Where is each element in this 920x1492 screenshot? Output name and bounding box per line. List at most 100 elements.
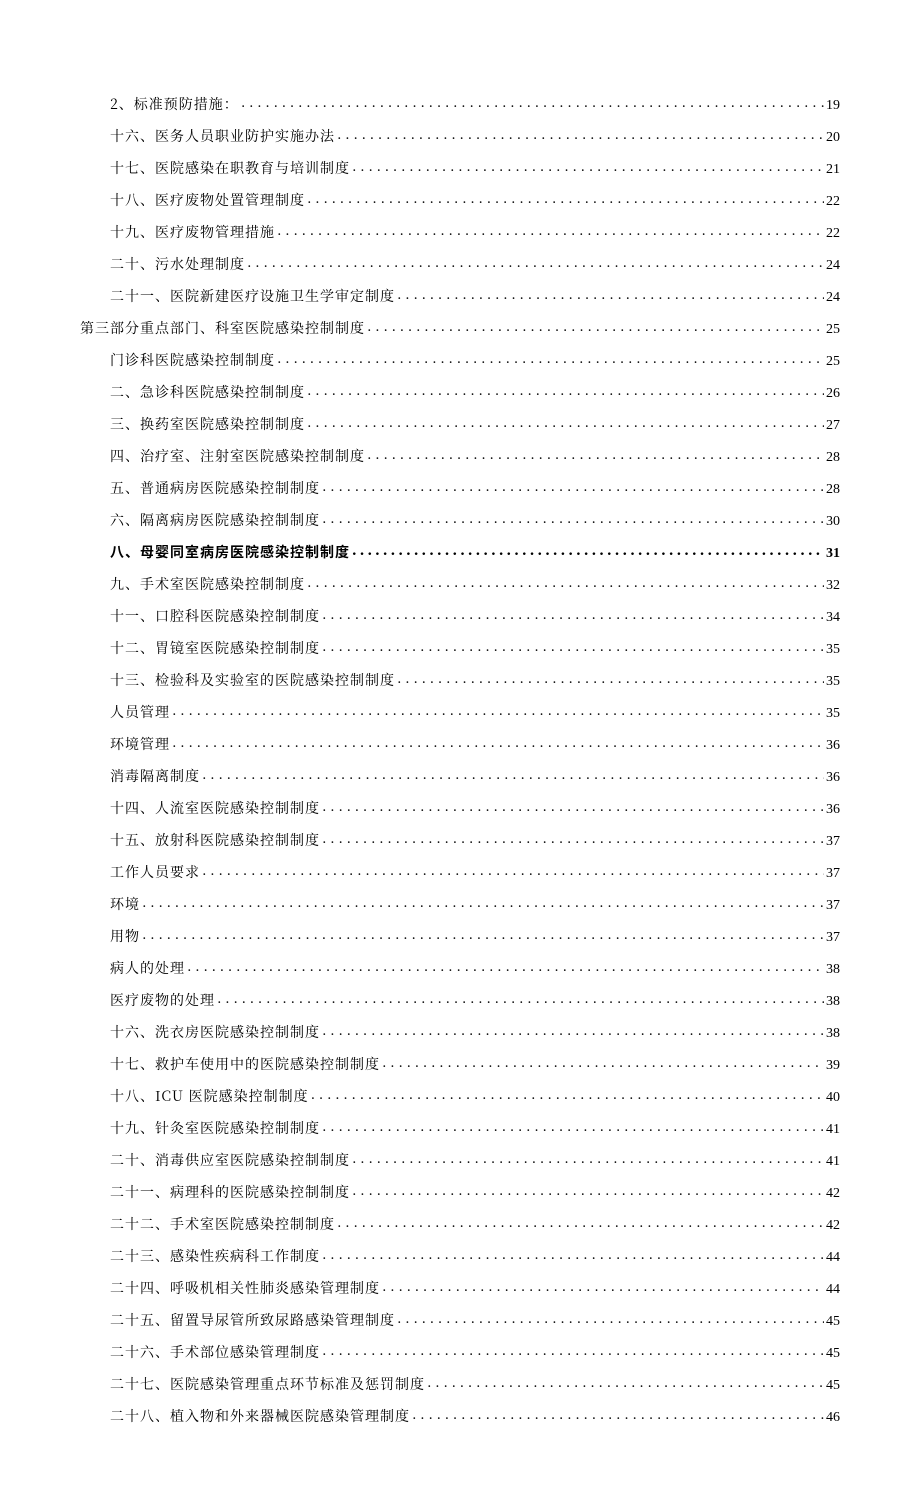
toc-entry: 十一、口腔科医院感染控制制度34 <box>80 600 840 632</box>
toc-entry-title: 十二、胃镜室医院感染控制制度 <box>110 641 320 655</box>
toc-entry-page: 30 <box>826 515 840 529</box>
toc-entry-title: 八、母婴同室病房医院感染控制制度 <box>110 545 350 559</box>
toc-leader-dots <box>352 1151 824 1165</box>
toc-entry: 十三、检验科及实验室的医院感染控制制度35 <box>80 664 840 696</box>
toc-entry-title: 第三部分重点部门、科室医院感染控制制度 <box>80 321 365 335</box>
toc-entry-title: 病人的处理 <box>110 961 185 975</box>
toc-leader-dots <box>352 159 824 173</box>
toc-entry-title: 工作人员要求 <box>110 865 200 879</box>
toc-leader-dots <box>352 1183 824 1197</box>
toc-leader-dots <box>337 1215 824 1229</box>
toc-leader-dots <box>241 95 824 109</box>
toc-entry-title: 二十一、医院新建医疗设施卫生学审定制度 <box>110 289 395 303</box>
toc-entry-page: 28 <box>826 451 840 465</box>
toc-entry-title: 十五、放射科医院感染控制制度 <box>110 833 320 847</box>
toc-entry-page: 20 <box>826 131 840 145</box>
toc-entry-page: 22 <box>826 227 840 241</box>
toc-leader-dots <box>202 767 824 781</box>
toc-entry-title: 二十八、植入物和外来器械医院感染管理制度 <box>110 1409 410 1423</box>
toc-leader-dots <box>307 191 824 205</box>
toc-entry-page: 44 <box>826 1283 840 1297</box>
toc-entry: 十九、针灸室医院感染控制制度 41 <box>80 1112 840 1144</box>
toc-leader-dots <box>397 671 824 685</box>
toc-entry: 二十一、病理科的医院感染控制制度 42 <box>80 1176 840 1208</box>
toc-leader-dots <box>382 1055 824 1069</box>
toc-entry-title: 环境 <box>110 897 140 911</box>
toc-entry-page: 37 <box>826 835 840 849</box>
toc-container: 2、标准预防措施：19十六、医务人员职业防护实施办法20 十七、医院感染在职教育与… <box>80 88 840 1432</box>
toc-entry-page: 36 <box>826 739 840 753</box>
toc-entry-page: 27 <box>826 419 840 433</box>
toc-entry: 五、普通病房医院感染控制制度28 <box>80 472 840 504</box>
toc-leader-dots <box>247 255 824 269</box>
toc-entry-title: 二十一、病理科的医院感染控制制度 <box>110 1185 350 1199</box>
toc-entry: 六、隔离病房医院感染控制制度30 <box>80 504 840 536</box>
toc-entry-title: 二十六、手术部位感染管理制度 <box>110 1345 320 1359</box>
toc-entry-page: 45 <box>826 1347 840 1361</box>
toc-leader-dots <box>142 927 824 941</box>
toc-entry: 二十八、植入物和外来器械医院感染管理制度46 <box>80 1400 840 1432</box>
toc-entry-page: 36 <box>826 803 840 817</box>
toc-entry-title: 环境管理 <box>110 737 170 751</box>
toc-entry: 十九、医疗废物管理措施22 <box>80 216 840 248</box>
toc-entry: 十六、医务人员职业防护实施办法20 <box>80 120 840 152</box>
toc-entry-title: 九、手术室医院感染控制制度 <box>110 577 305 591</box>
toc-leader-dots <box>307 575 824 589</box>
toc-entry: 第三部分重点部门、科室医院感染控制制度 25 <box>80 312 840 344</box>
toc-entry: 环境 37 <box>80 888 840 920</box>
toc-leader-dots <box>277 223 824 237</box>
toc-leader-dots <box>142 895 824 909</box>
toc-entry-page: 41 <box>826 1123 840 1137</box>
toc-entry-page: 39 <box>826 1059 840 1073</box>
toc-entry: 二十七、医院感染管理重点环节标准及惩罚制度45 <box>80 1368 840 1400</box>
toc-entry: 二十四、呼吸机相关性肺炎感染管理制度 44 <box>80 1272 840 1304</box>
toc-entry-page: 32 <box>826 579 840 593</box>
toc-entry-title: 十七、医院感染在职教育与培训制度 <box>110 161 350 175</box>
toc-entry-page: 42 <box>826 1187 840 1201</box>
toc-entry-title: 十四、人流室医院感染控制制度 <box>110 801 320 815</box>
toc-entry-title: 五、普通病房医院感染控制制度 <box>110 481 320 495</box>
toc-entry-title: 医疗废物的处理 <box>110 993 215 1007</box>
toc-entry: 二十、消毒供应室医院感染控制制度41 <box>80 1144 840 1176</box>
toc-entry-page: 26 <box>826 387 840 401</box>
toc-entry-page: 25 <box>826 323 840 337</box>
toc-entry: 2、标准预防措施：19 <box>80 88 840 120</box>
document-page: 2、标准预防措施：19十六、医务人员职业防护实施办法20 十七、医院感染在职教育与… <box>0 0 920 1492</box>
toc-entry: 十八、ICU 医院感染控制制度40 <box>80 1080 840 1112</box>
toc-entry-page: 44 <box>826 1251 840 1265</box>
toc-entry: 十八、医疗废物处置管理制度22 <box>80 184 840 216</box>
toc-leader-dots <box>187 959 824 973</box>
toc-leader-dots <box>382 1279 824 1293</box>
toc-entry: 用物 37 <box>80 920 840 952</box>
toc-entry: 十二、胃镜室医院感染控制制度35 <box>80 632 840 664</box>
toc-entry-title: 十七、救护车使用中的医院感染控制制度 <box>110 1057 380 1071</box>
toc-entry-page: 35 <box>826 675 840 689</box>
toc-entry-title: 十一、口腔科医院感染控制制度 <box>110 609 320 623</box>
toc-entry-title: 2、标准预防措施： <box>110 97 239 111</box>
toc-entry-page: 37 <box>826 867 840 881</box>
toc-entry-title: 十八、医疗废物处置管理制度 <box>110 193 305 207</box>
toc-leader-dots <box>311 1087 824 1101</box>
toc-entry-title: 三、换药室医院感染控制制度 <box>110 417 305 431</box>
toc-entry: 病人的处理38 <box>80 952 840 984</box>
toc-entry: 消毒隔离制度36 <box>80 760 840 792</box>
toc-entry: 医疗废物的处理38 <box>80 984 840 1016</box>
toc-entry-page: 37 <box>826 899 840 913</box>
toc-leader-dots <box>307 383 824 397</box>
toc-leader-dots <box>217 991 824 1005</box>
toc-entry: 二十二、手术室医院感染控制制度42 <box>80 1208 840 1240</box>
toc-entry: 二十一、医院新建医疗设施卫生学审定制度24 <box>80 280 840 312</box>
toc-entry-title: 二、急诊科医院感染控制制度 <box>110 385 305 399</box>
toc-entry-title: 用物 <box>110 929 140 943</box>
toc-entry-title: 十六、洗衣房医院感染控制制度 <box>110 1025 320 1039</box>
toc-entry: 二十六、手术部位感染管理制度 45 <box>80 1336 840 1368</box>
toc-entry: 人员管理35 <box>80 696 840 728</box>
toc-leader-dots <box>322 479 824 493</box>
toc-entry-title: 二十、污水处理制度 <box>110 257 245 271</box>
toc-entry-title: 二十四、呼吸机相关性肺炎感染管理制度 <box>110 1281 380 1295</box>
toc-entry-title: 十九、针灸室医院感染控制制度 <box>110 1121 320 1135</box>
toc-entry-page: 38 <box>826 1027 840 1041</box>
toc-leader-dots <box>367 319 824 333</box>
toc-entry-page: 37 <box>826 931 840 945</box>
toc-leader-dots <box>412 1407 824 1421</box>
